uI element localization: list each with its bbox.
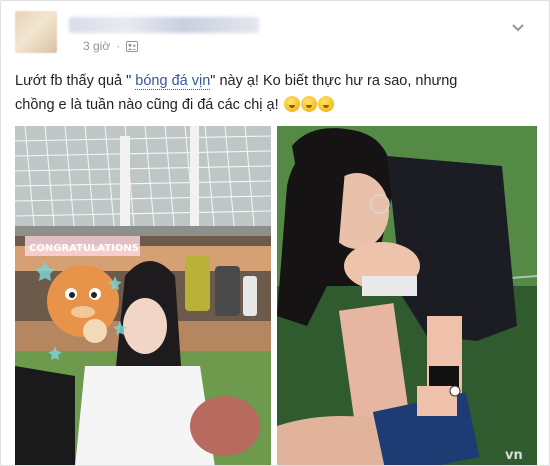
message-line-2-text: chồng e là tuần nào cũng đi đá các chị ạ… bbox=[15, 97, 279, 113]
message-text-before-tag: Lướt fb thấy quả " bbox=[15, 73, 136, 89]
post-header: 3 giờ · bbox=[15, 11, 535, 55]
congratulations-banner: CONGRATULATIONS bbox=[29, 243, 139, 254]
post-message-line-1: Lướt fb thấy quả " bóng đá vịn" này ạ! K… bbox=[15, 69, 530, 93]
post-timestamp[interactable]: 3 giờ bbox=[83, 39, 110, 53]
post-meta: 3 giờ · bbox=[83, 39, 139, 53]
thinking-face-emoji bbox=[283, 96, 300, 112]
photo-right[interactable]: vn bbox=[277, 126, 537, 465]
post-message: Lướt fb thấy quả " bóng đá vịn" này ạ! K… bbox=[15, 69, 530, 117]
photo-left[interactable]: CONGRATULATIONS bbox=[15, 126, 271, 465]
author-name-blurred[interactable] bbox=[69, 17, 259, 33]
thinking-face-emoji bbox=[317, 96, 334, 112]
photo-watermark: vn bbox=[505, 448, 523, 463]
photo-right-image: vn bbox=[277, 126, 537, 465]
dot-separator: · bbox=[116, 39, 121, 53]
chevron-down-icon[interactable] bbox=[511, 21, 525, 35]
message-text-after-tag: " này ạ! Ko biết thực hư ra sao, nhưng bbox=[210, 73, 458, 89]
post-message-line-2: chồng e là tuần nào cũng đi đá các chị ạ… bbox=[15, 93, 530, 117]
photo-grid: CONGRATULATIONS vn bbox=[15, 126, 537, 465]
photo-left-image: CONGRATULATIONS bbox=[15, 126, 271, 465]
friends-icon[interactable] bbox=[126, 40, 139, 52]
hashtag-link[interactable]: bóng đá vịn bbox=[135, 73, 211, 90]
avatar[interactable] bbox=[15, 11, 57, 53]
thinking-face-emoji bbox=[300, 96, 317, 112]
post-card: 3 giờ · Lướt fb thấy quả " bóng đá vịn" … bbox=[0, 0, 550, 466]
